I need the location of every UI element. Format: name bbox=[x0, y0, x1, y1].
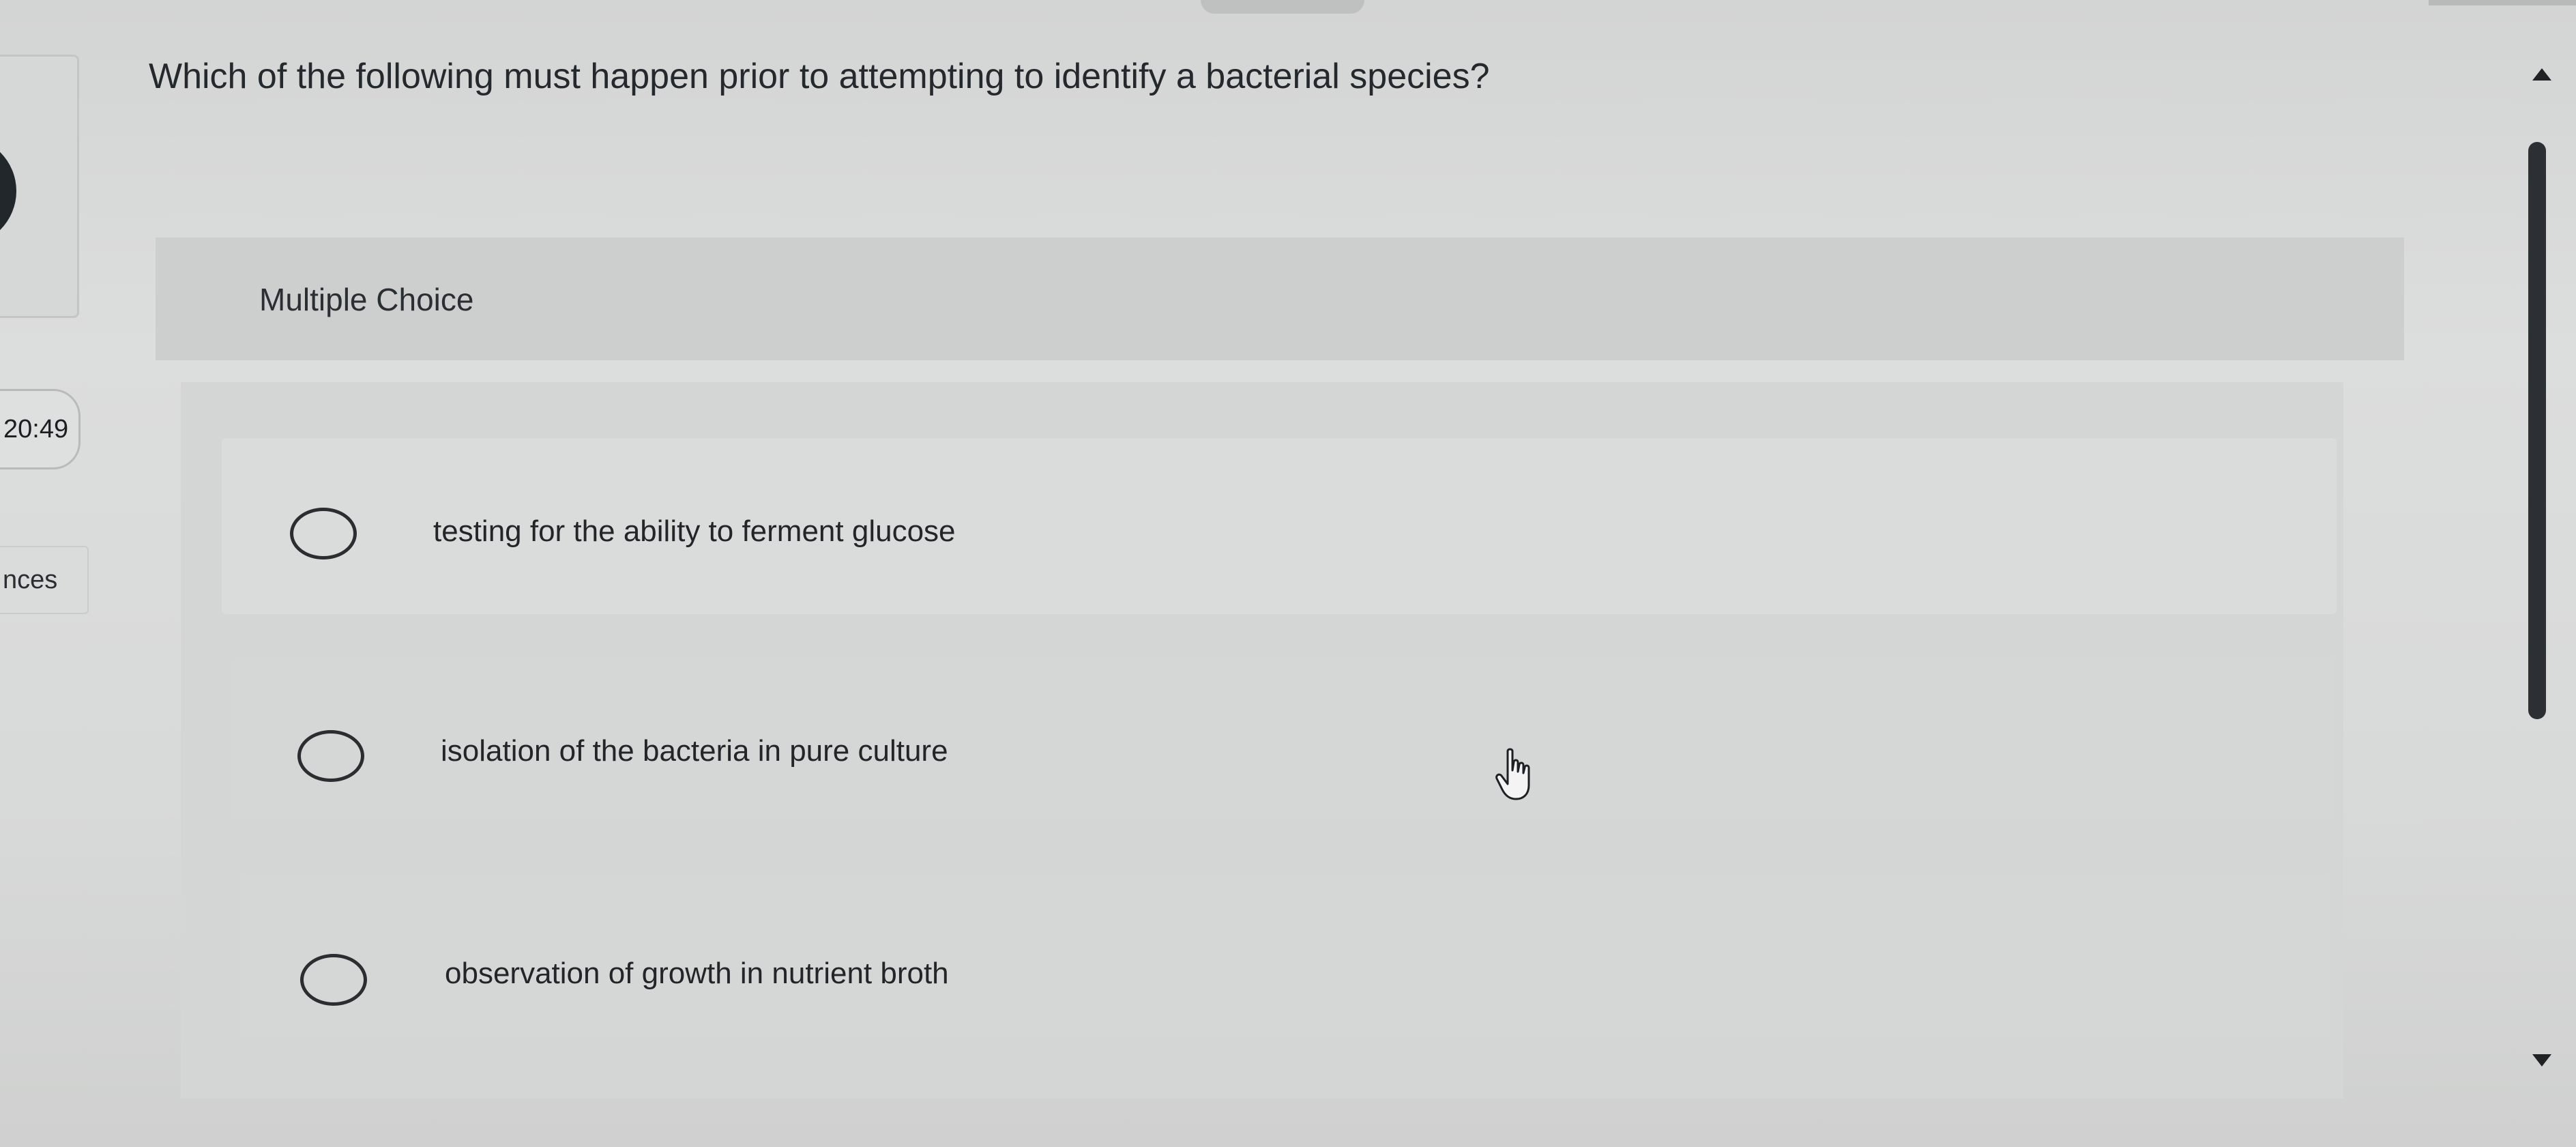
left-rail-link[interactable]: nces bbox=[0, 546, 89, 614]
answer-option[interactable]: testing for the ability to ferment gluco… bbox=[222, 438, 2337, 614]
radio-circle-icon[interactable] bbox=[300, 954, 367, 1006]
top-tab-pill bbox=[1201, 0, 1364, 14]
timer-badge: 20:49 bbox=[0, 389, 80, 469]
answer-option-label: observation of growth in nutrient broth bbox=[445, 957, 949, 990]
question-type-header bbox=[156, 237, 2404, 360]
timer-value: 20:49 bbox=[3, 414, 69, 444]
question-text: Which of the following must happen prior… bbox=[149, 57, 1490, 96]
answer-option-label: testing for the ability to ferment gluco… bbox=[433, 514, 956, 548]
triangle-up-icon[interactable] bbox=[2532, 68, 2551, 81]
top-edge-strip bbox=[2429, 0, 2576, 5]
radio-circle-icon[interactable] bbox=[290, 508, 357, 560]
scrollbar-thumb[interactable] bbox=[2528, 142, 2546, 719]
hand-pointer-icon bbox=[1495, 748, 1530, 800]
answer-option[interactable]: observation of growth in nutrient broth bbox=[240, 877, 2330, 1037]
answer-option[interactable]: isolation of the bacteria in pure cultur… bbox=[232, 659, 2334, 819]
triangle-down-icon[interactable] bbox=[2532, 1054, 2551, 1066]
left-rail-link-label: nces bbox=[3, 565, 58, 594]
radio-circle-icon[interactable] bbox=[297, 730, 364, 782]
question-type-label: Multiple Choice bbox=[259, 282, 474, 317]
answer-option-label: isolation of the bacteria in pure cultur… bbox=[441, 734, 948, 768]
